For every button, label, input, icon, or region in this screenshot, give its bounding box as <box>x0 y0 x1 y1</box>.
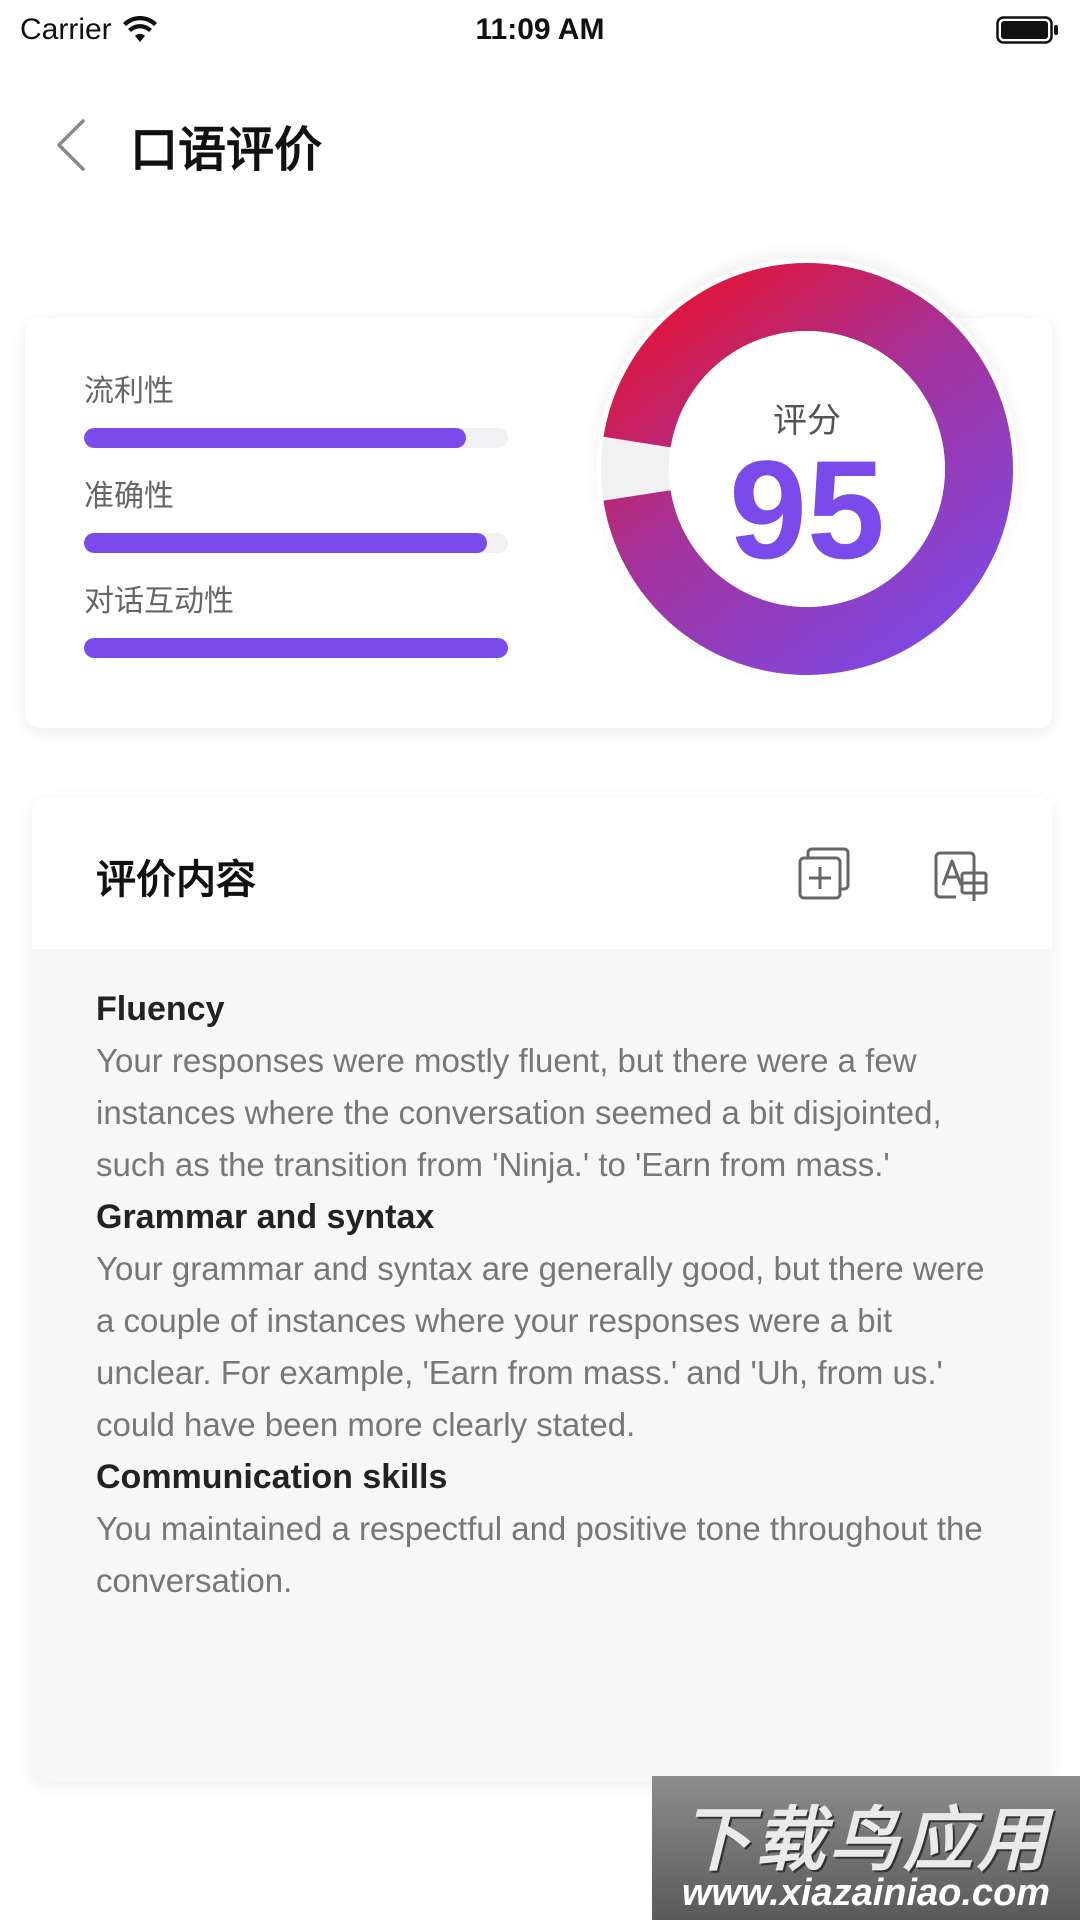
metric-bar-interaction <box>84 638 508 658</box>
status-time: 11:09 AM <box>475 13 605 46</box>
section-text-fluency: Your responses were mostly fluent, but t… <box>96 1042 942 1183</box>
section-text-communication: You maintained a respectful and positive… <box>96 1510 983 1599</box>
copy-add-button[interactable] <box>794 845 854 905</box>
score-value: 95 <box>729 431 885 588</box>
wifi-icon <box>122 16 157 42</box>
metric-fill <box>84 638 508 658</box>
evaluation-body: Fluency Your responses were mostly fluen… <box>32 949 1052 1782</box>
metric-fill <box>84 428 466 448</box>
evaluation-card: 评价内容 Fluency Your responses were mostly … <box>32 797 1052 1782</box>
metric-bar-fluency <box>84 428 508 448</box>
back-button[interactable] <box>20 90 120 200</box>
metric-bar-accuracy <box>84 533 508 553</box>
carrier-label: Carrier <box>20 13 112 46</box>
watermark-text: 下载鸟应用 <box>681 1799 1051 1881</box>
battery-icon <box>996 16 1058 44</box>
section-heading-communication: Communication skills <box>96 1458 448 1496</box>
nav-bar: 口语评价 <box>0 90 1080 200</box>
metric-label-accuracy: 准确性 <box>84 479 174 514</box>
status-right <box>996 15 1060 45</box>
section-heading-grammar: Grammar and syntax <box>96 1198 435 1236</box>
status-bar: Carrier 11:09 AM <box>0 0 1080 60</box>
watermark: 下载鸟应用 www.xiazainiao.com <box>652 1776 1080 1920</box>
status-left: Carrier <box>20 13 158 47</box>
section-text-grammar: Your grammar and syntax are generally go… <box>96 1250 985 1443</box>
metric-fill <box>84 533 487 553</box>
translate-icon <box>934 851 988 901</box>
evaluation-title: 评价内容 <box>96 857 256 903</box>
metric-label-interaction: 对话互动性 <box>84 584 234 619</box>
section-heading-fluency: Fluency <box>96 990 225 1028</box>
chevron-left-icon <box>57 119 85 171</box>
metric-label-fluency: 流利性 <box>84 374 174 409</box>
page-title: 口语评价 <box>130 122 323 178</box>
screen: Carrier 11:09 AM 口语评价 流利性 准确性 对话互动性 评分 9… <box>0 0 1080 1920</box>
evaluation-header: 评价内容 <box>32 797 1052 949</box>
copy-add-icon <box>798 847 850 900</box>
watermark-url: www.xiazainiao.com <box>681 1872 1051 1914</box>
translate-button[interactable] <box>930 845 990 905</box>
